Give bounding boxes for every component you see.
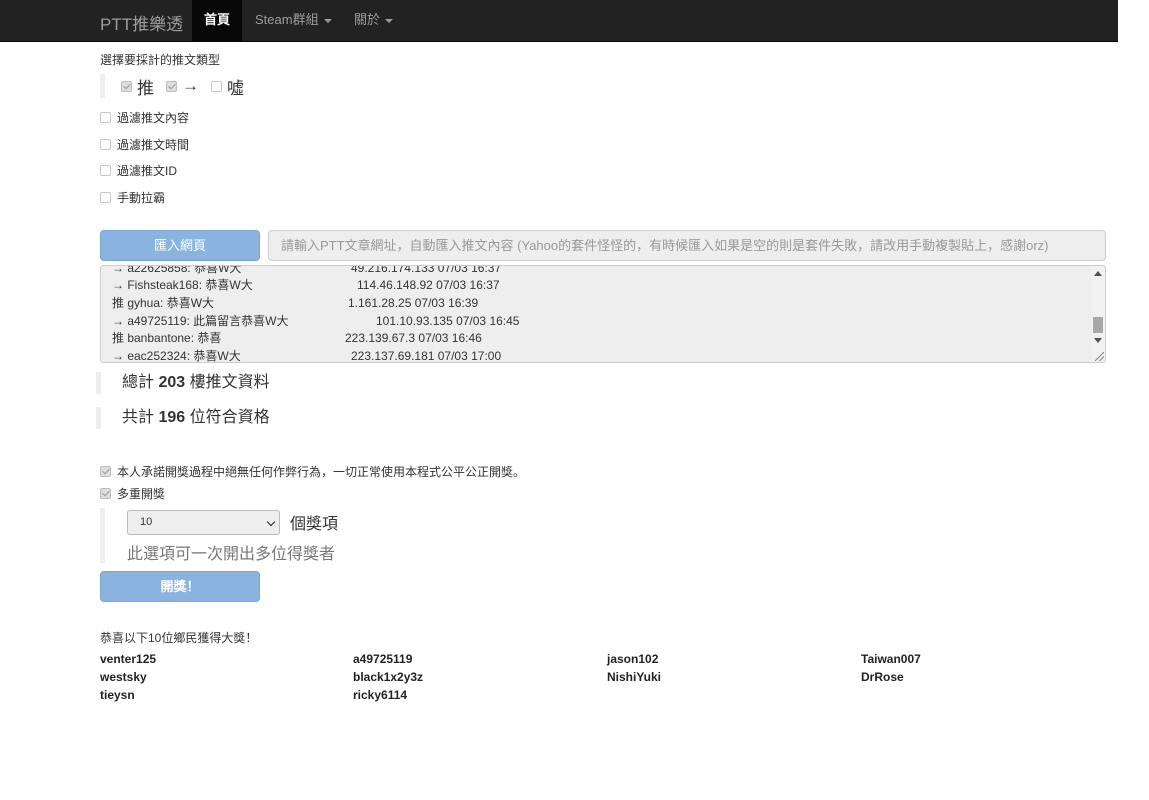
winner-name: venter125 bbox=[100, 652, 157, 666]
multi-draw-settings: 10 個獎項 此選項可一次開出多位得獎者 bbox=[100, 508, 500, 563]
comment-text: → a49725119: 此篇留言恭喜W大 bbox=[112, 314, 289, 328]
manual-slot-label: 手動拉霸 bbox=[117, 191, 166, 205]
comment-text: → eac252324: 恭喜W大 bbox=[112, 349, 241, 363]
total-count: 203 bbox=[158, 374, 186, 391]
filter-content-checkbox[interactable] bbox=[100, 112, 111, 123]
comment-text: → Fishsteak168: 恭喜W大 bbox=[112, 278, 253, 292]
winner-name: black1x2y3z bbox=[353, 670, 424, 684]
comment-ip-time: 101.10.93.135 07/03 16:45 bbox=[376, 314, 520, 328]
comment-line: 推 banbantone: 恭喜 223.139.67.3 07/03 16:4… bbox=[112, 330, 482, 347]
winner-name: jason102 bbox=[607, 652, 659, 666]
qualified-prefix: 共計 bbox=[122, 409, 155, 426]
ptt-url-input[interactable]: 請輸入PTT文章網址，自動匯入推文內容 (Yahoo的套件怪怪的，有時候匯入如果… bbox=[268, 230, 1106, 261]
winner-name: Taiwan007 bbox=[861, 652, 921, 666]
winner-name: NishiYuki bbox=[607, 670, 662, 684]
nav-item-steam-group-label: Steam群組 bbox=[255, 12, 319, 27]
filter-time-checkbox[interactable] bbox=[100, 139, 111, 150]
filter-id-label: 過濾推文ID bbox=[117, 164, 178, 178]
fairness-pledge-checkbox[interactable] bbox=[100, 466, 111, 477]
comment-line: → eac252324: 恭喜W大 223.137.69.181 07/03 1… bbox=[112, 348, 501, 363]
draw-button[interactable]: 開獎！ bbox=[100, 571, 260, 602]
winners-heading: 恭喜以下10位鄉民獲得大獎！ bbox=[100, 631, 258, 645]
comment-line: → Fishsteak168: 恭喜W大 114.46.148.92 07/03… bbox=[112, 277, 500, 294]
multi-draw-checkbox[interactable] bbox=[100, 488, 111, 499]
brand-link[interactable]: PTT推樂透 bbox=[100, 10, 183, 35]
comment-ip-time: 49.216.174.133 07/03 16:37 bbox=[351, 265, 502, 275]
comment-ip-time: 223.139.67.3 07/03 16:46 bbox=[345, 331, 482, 345]
nav-item-about[interactable]: 關於 bbox=[342, 0, 405, 42]
filter-content-option[interactable]: 過濾推文內容 bbox=[100, 109, 189, 126]
filter-id-option[interactable]: 過濾推文ID bbox=[100, 162, 177, 179]
comment-ip-time: 223.137.69.181 07/03 17:00 bbox=[351, 349, 502, 363]
navbar: PTT推樂透 首頁 Steam群組 關於 bbox=[0, 0, 1118, 42]
winner-name: ricky6114 bbox=[353, 688, 408, 702]
comments-scrollbar[interactable] bbox=[1091, 266, 1105, 362]
comment-line: 推 gyhua: 恭喜W大 1.161.28.25 07/03 16:39 bbox=[112, 295, 478, 312]
comment-ip-time: 1.161.28.25 07/03 16:39 bbox=[348, 296, 479, 310]
qualified-count: 196 bbox=[158, 409, 186, 426]
filter-id-checkbox[interactable] bbox=[100, 165, 111, 176]
comments-textarea[interactable]: → a22625858: 恭喜W大 49.216.174.133 07/03 1… bbox=[100, 265, 1106, 363]
prize-count-select[interactable]: 10 bbox=[127, 510, 280, 535]
chevron-down-icon bbox=[266, 517, 276, 527]
total-suffix: 樓推文資料 bbox=[189, 374, 270, 391]
comment-text: → a22625858: 恭喜W大 bbox=[112, 265, 242, 275]
qualified-users-stat: 共計 196 位符合資格 bbox=[96, 407, 496, 429]
manual-slot-option[interactable]: 手動拉霸 bbox=[100, 189, 165, 206]
scroll-thumb[interactable] bbox=[1093, 317, 1103, 333]
type-section-label: 選擇要採計的推文類型 bbox=[100, 53, 221, 67]
total-prefix: 總計 bbox=[122, 374, 155, 391]
caret-down-icon bbox=[323, 18, 332, 23]
total-comments-stat: 總計 203 樓推文資料 bbox=[96, 372, 496, 394]
scroll-down-arrow-icon[interactable] bbox=[1094, 338, 1102, 343]
multi-draw-label: 多重開獎 bbox=[117, 487, 166, 501]
multi-draw-option[interactable]: 多重開獎 bbox=[100, 485, 165, 502]
comment-line: → a49725119: 此篇留言恭喜W大 101.10.93.135 07/0… bbox=[112, 313, 519, 330]
fairness-pledge-option[interactable]: 本人承諾開獎過程中絕無任何作弊行為，一切正常使用本程式公平公正開獎。 bbox=[100, 463, 525, 480]
prize-count-value: 10 bbox=[140, 516, 153, 528]
resize-grip-icon[interactable] bbox=[1095, 352, 1104, 361]
winner-name: DrRose bbox=[861, 670, 904, 684]
import-page-button[interactable]: 匯入網頁 bbox=[100, 230, 260, 261]
filter-content-label: 過濾推文內容 bbox=[117, 111, 190, 125]
winner-name: a49725119 bbox=[353, 652, 413, 666]
fairness-pledge-label: 本人承諾開獎過程中絕無任何作弊行為，一切正常使用本程式公平公正開獎。 bbox=[117, 465, 526, 479]
prize-unit-label: 個獎項 bbox=[290, 516, 339, 533]
nav-item-steam-group[interactable]: Steam群組 bbox=[243, 0, 344, 42]
filter-time-label: 過濾推文時間 bbox=[117, 138, 190, 152]
manual-slot-checkbox[interactable] bbox=[100, 192, 111, 203]
nav-item-home-label: 首頁 bbox=[204, 12, 231, 27]
qualified-suffix: 位符合資格 bbox=[189, 409, 270, 426]
comment-ip-time: 114.46.148.92 07/03 16:37 bbox=[357, 278, 500, 292]
type-arrow-label: → bbox=[182, 76, 199, 95]
winner-name: westsky bbox=[100, 670, 147, 684]
type-boo-label: 噓 bbox=[227, 78, 244, 98]
comment-text: 推 banbantone: 恭喜 bbox=[112, 331, 222, 345]
winner-name: tieysn bbox=[100, 688, 135, 702]
type-boo-checkbox[interactable] bbox=[211, 80, 222, 92]
nav-item-about-label: 關於 bbox=[354, 12, 381, 27]
comment-line: → a22625858: 恭喜W大 49.216.174.133 07/03 1… bbox=[112, 265, 501, 277]
type-push-label: 推 bbox=[137, 78, 154, 98]
comment-type-group: 推 → 噓 bbox=[100, 74, 400, 98]
multi-draw-hint: 此選項可一次開出多位得獎者 bbox=[127, 546, 336, 563]
nav-item-home[interactable]: 首頁 bbox=[192, 0, 243, 42]
type-arrow-checkbox[interactable] bbox=[166, 80, 177, 92]
caret-down-icon bbox=[385, 18, 394, 23]
comment-text: 推 gyhua: 恭喜W大 bbox=[112, 296, 215, 310]
scroll-up-arrow-icon[interactable] bbox=[1094, 271, 1102, 276]
type-push-checkbox[interactable] bbox=[121, 80, 132, 92]
filter-time-option[interactable]: 過濾推文時間 bbox=[100, 136, 189, 153]
